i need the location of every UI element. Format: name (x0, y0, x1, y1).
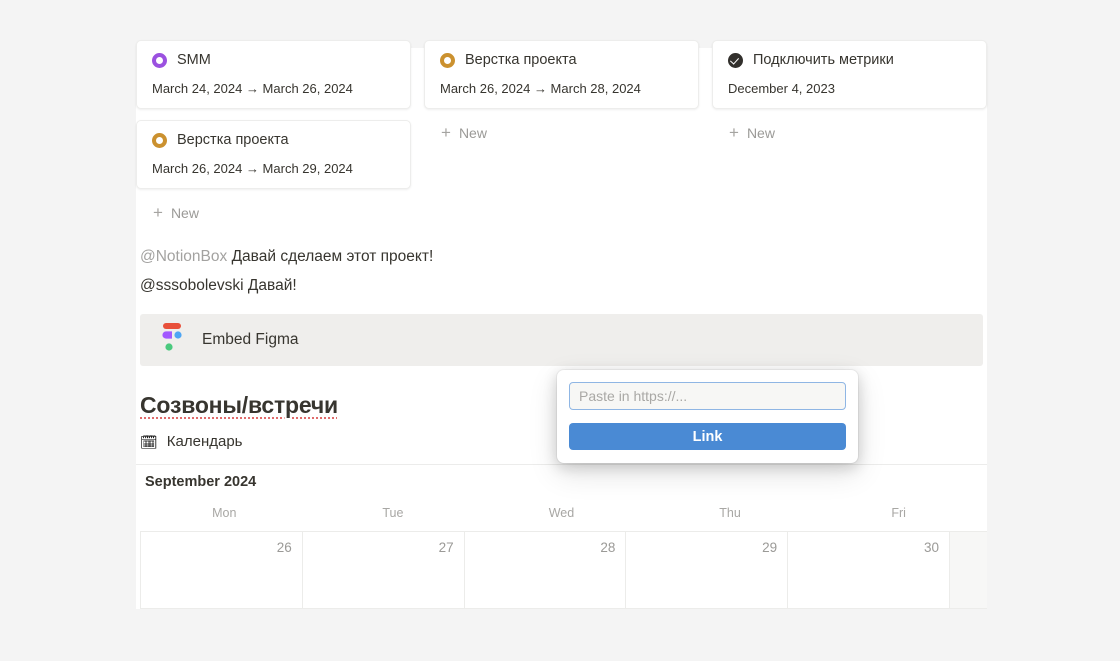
add-new-card-button[interactable]: + New (712, 120, 987, 146)
calendar-day-number: 30 (923, 540, 939, 555)
add-new-card-label: New (170, 205, 199, 221)
calendar-day-number: 29 (762, 540, 778, 555)
comment-item: @sssobolevski Давай! (140, 275, 960, 297)
figma-logo-icon (160, 323, 184, 357)
mention-link[interactable]: @sssobolevski (140, 277, 244, 294)
board-card[interactable]: Верстка проекта March 26, 2024 → March 2… (424, 40, 699, 109)
embed-figma-block[interactable]: Embed Figma (140, 314, 983, 366)
card-date: March 26, 2024 → March 29, 2024 (152, 161, 353, 176)
calendar-divider (136, 464, 987, 465)
embed-url-input[interactable] (569, 382, 846, 410)
calendar-day-cell[interactable]: 27 (302, 532, 465, 608)
calendar-weekday: Mon (212, 506, 237, 520)
board-card[interactable]: Верстка проекта March 26, 2024 → March 2… (136, 120, 411, 189)
embed-label: Embed Figma (202, 331, 299, 348)
calendar-view-tab[interactable]: 🗓 Календарь (140, 433, 243, 450)
page-root: SMM March 24, 2024 → March 26, 2024 Верс… (0, 0, 1120, 661)
plus-icon: + (729, 122, 739, 142)
board-column-3: Подключить метрики December 4, 2023 + Ne… (712, 40, 987, 226)
board-column-2: Верстка проекта March 26, 2024 → March 2… (424, 40, 699, 226)
card-date: March 26, 2024 → March 28, 2024 (440, 81, 641, 96)
calendar-grid: 26 27 28 29 30 (140, 531, 950, 609)
comment-text: Давай сделаем этот проект! (231, 248, 434, 265)
calendar-day-cell[interactable]: 26 (140, 532, 303, 608)
card-title-row: SMM (152, 52, 395, 68)
card-title: Верстка проекта (465, 52, 577, 68)
calendar-weekday: Fri (891, 506, 906, 520)
calendar-weekday: Tue (382, 506, 404, 520)
calendar-weekday: Wed (548, 506, 575, 520)
mention-link[interactable]: @NotionBox (140, 248, 227, 265)
comment-list: @NotionBox Давай сделаем этот проект! @s… (140, 246, 960, 305)
card-title: Подключить метрики (753, 52, 894, 68)
card-title: SMM (177, 52, 211, 68)
card-title: Верстка проекта (177, 132, 289, 148)
calendar-day-cell[interactable]: 28 (464, 532, 627, 608)
add-new-card-button[interactable]: + New (136, 200, 411, 226)
status-ring-purple-icon (152, 52, 167, 68)
comment-item: @NotionBox Давай сделаем этот проект! (140, 246, 960, 268)
embed-link-popup: Link (557, 370, 858, 463)
calendar-weekday: Thu (719, 506, 741, 520)
calendar-weekday-header: Mon Tue Wed Thu Fri (140, 506, 983, 520)
board-card[interactable]: Подключить метрики December 4, 2023 (712, 40, 987, 109)
status-ring-orange-icon (440, 52, 455, 68)
calendar-day-number: 27 (438, 540, 454, 555)
calendar-icon: 🗓 (140, 433, 158, 450)
calendar-day-number: 28 (600, 540, 616, 555)
board-view: SMM March 24, 2024 → March 26, 2024 Верс… (136, 40, 987, 226)
calendar-month-label: September 2024 (145, 474, 257, 490)
add-new-card-label: New (458, 125, 487, 141)
card-date: March 24, 2024 → March 26, 2024 (152, 81, 353, 96)
board-card[interactable]: SMM March 24, 2024 → March 26, 2024 (136, 40, 411, 109)
status-check-done-icon (728, 52, 743, 68)
calendar-view-label: Календарь (166, 433, 243, 450)
comment-text: Давай! (247, 277, 297, 295)
card-title-row: Верстка проекта (152, 132, 395, 148)
page-section-title: Созвоны/встречи (140, 392, 338, 418)
card-date: December 4, 2023 (728, 81, 835, 96)
board-column-1: SMM March 24, 2024 → March 26, 2024 Верс… (136, 40, 411, 226)
link-submit-button[interactable]: Link (569, 423, 846, 450)
calendar-day-cell[interactable]: 29 (626, 532, 789, 608)
plus-icon: + (441, 122, 451, 142)
card-title-row: Верстка проекта (440, 52, 683, 68)
calendar-day-cell[interactable]: 30 (788, 532, 950, 608)
plus-icon: + (153, 202, 163, 222)
add-new-card-label: New (746, 125, 775, 141)
calendar-day-number: 26 (276, 540, 292, 555)
card-title-row: Подключить метрики (728, 52, 971, 68)
status-ring-orange-icon (152, 132, 167, 148)
add-new-card-button[interactable]: + New (424, 120, 699, 146)
calendar-grid-overflow (950, 531, 987, 609)
